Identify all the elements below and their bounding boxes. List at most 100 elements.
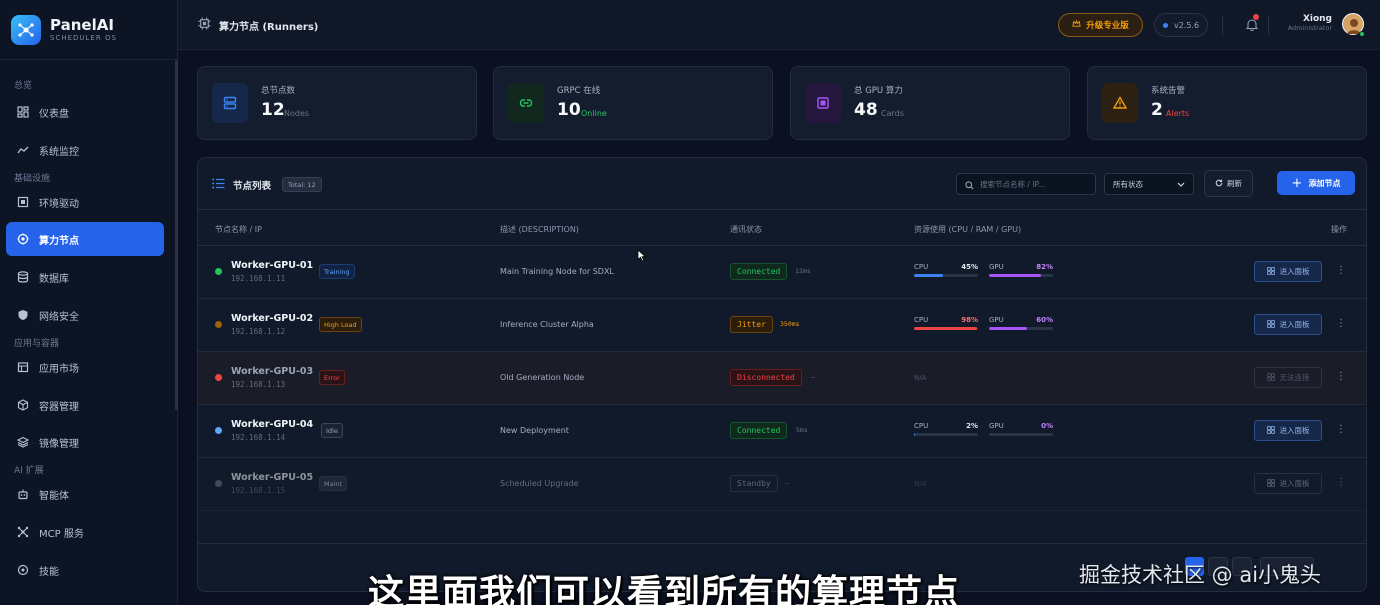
more-options-icon[interactable]: ⋮ bbox=[1336, 477, 1346, 488]
cpu-usage: CPU 98% bbox=[914, 316, 978, 330]
sidebar-item-label: 数据库 bbox=[39, 273, 69, 285]
sidebar-item-dashboard[interactable]: 仪表盘 bbox=[6, 95, 164, 129]
enter-panel-button[interactable]: 进入面板 bbox=[1254, 261, 1322, 282]
comm-status: Connected bbox=[730, 263, 788, 280]
notifications-button[interactable] bbox=[1245, 14, 1259, 35]
node-name: Worker-GPU-01 bbox=[231, 260, 314, 271]
node-description: Inference Cluster Alpha bbox=[500, 320, 594, 329]
chip-icon bbox=[16, 195, 30, 209]
comm-status: Disconnected bbox=[730, 369, 802, 386]
brand-name: PanelAI bbox=[50, 16, 114, 34]
table-row[interactable]: Worker-GPU-02 192.168.1.12 High Load Inf… bbox=[198, 299, 1366, 352]
sidebar-item-mcp-service[interactable]: MCP 服务 bbox=[6, 515, 164, 549]
sidebar-item-agent[interactable]: 智能体 bbox=[6, 477, 164, 511]
upgrade-button[interactable]: 升级专业版 bbox=[1058, 13, 1143, 37]
latency: 5ms bbox=[796, 426, 808, 434]
mouse-cursor-icon bbox=[637, 247, 647, 266]
enter-panel-label: 进入面板 bbox=[1279, 426, 1310, 435]
online-status-dot bbox=[1359, 31, 1365, 37]
sidebar-item-label: 网络安全 bbox=[39, 311, 79, 323]
sidebar-item-image-mgmt[interactable]: 镜像管理 bbox=[6, 425, 164, 459]
chevron-down-icon bbox=[1177, 180, 1185, 189]
crown-icon bbox=[1072, 19, 1081, 31]
cpu-label: CPU bbox=[914, 422, 929, 430]
box-icon bbox=[16, 398, 30, 412]
sidebar-item-skills[interactable]: 技能 bbox=[6, 553, 164, 587]
sidebar-item-label: 算力节点 bbox=[39, 235, 79, 247]
more-options-icon[interactable]: ⋮ bbox=[1336, 424, 1346, 435]
brand[interactable]: PanelAI SCHEDULER OS bbox=[0, 0, 177, 60]
status-filter-select[interactable]: 所有状态 bbox=[1104, 173, 1194, 195]
brand-subtitle: SCHEDULER OS bbox=[50, 34, 117, 42]
refresh-label: 刷新 bbox=[1227, 179, 1242, 188]
sidebar-item-app-store[interactable]: 应用市场 bbox=[6, 350, 164, 384]
sidebar-group-infrastructure: 基础设施 bbox=[14, 174, 51, 184]
stat-unit: Alerts bbox=[1166, 109, 1190, 118]
table-row[interactable]: Worker-GPU-03 192.168.1.13 Error Old Gen… bbox=[198, 352, 1366, 405]
cpu-icon bbox=[198, 17, 211, 33]
status-dot bbox=[215, 427, 222, 434]
header-divider bbox=[1222, 15, 1223, 35]
comm-status: Connected bbox=[730, 422, 788, 439]
stat-unit: Nodes bbox=[284, 109, 310, 118]
sidebar-item-system-monitor[interactable]: 系统监控 bbox=[6, 133, 164, 167]
sidebar-item-database[interactable]: 数据库 bbox=[6, 260, 164, 294]
gpu-label: GPU bbox=[989, 422, 1004, 430]
list-icon bbox=[212, 178, 225, 192]
table-row[interactable]: Worker-GPU-05 192.168.1.15 Maint Schedul… bbox=[198, 458, 1366, 511]
sidebar-item-compute-nodes[interactable]: 算力节点 bbox=[6, 222, 164, 256]
gpu-value: 82% bbox=[1036, 263, 1053, 271]
cpu-usage: CPU 2% bbox=[914, 422, 978, 436]
sidebar-item-container-mgmt[interactable]: 容器管理 bbox=[6, 388, 164, 422]
gpu-bar-fill bbox=[989, 274, 1042, 277]
search-input[interactable] bbox=[980, 179, 1090, 189]
more-options-icon[interactable]: ⋮ bbox=[1336, 265, 1346, 276]
gpu-label: GPU bbox=[989, 316, 1004, 324]
brand-logo-icon bbox=[11, 14, 41, 45]
more-options-icon[interactable]: ⋮ bbox=[1336, 371, 1346, 382]
enter-panel-button[interactable]: 进入面板 bbox=[1254, 420, 1322, 441]
enter-panel-button[interactable]: 进入面板 bbox=[1254, 473, 1322, 494]
enter-panel-button[interactable]: 进入面板 bbox=[1254, 314, 1322, 335]
gpu-value: 0% bbox=[1041, 422, 1053, 430]
gpu-usage: GPU 0% bbox=[989, 422, 1053, 436]
activity-icon bbox=[16, 143, 30, 157]
gpu-bar bbox=[989, 433, 1053, 436]
user-info[interactable]: Xiong Administrator bbox=[1278, 14, 1332, 32]
dashboard-icon bbox=[1266, 478, 1275, 489]
node-tag: Maint bbox=[319, 476, 348, 491]
app-root: PanelAI SCHEDULER OS 总览 仪表盘 系统监控 基础设施 环境… bbox=[0, 0, 1380, 605]
stat-value: 12 bbox=[261, 100, 285, 120]
sidebar-item-env-driver[interactable]: 环境驱动 bbox=[6, 185, 164, 219]
gpu-bar bbox=[989, 274, 1053, 277]
status-dot bbox=[215, 374, 222, 381]
add-node-button[interactable]: + 添加节点 bbox=[1277, 171, 1355, 195]
more-options-icon[interactable]: ⋮ bbox=[1336, 318, 1346, 329]
total-count-badge: Total: 12 bbox=[282, 177, 322, 192]
column-header-name: 节点名称 / IP bbox=[215, 225, 262, 234]
latency: 350ms bbox=[780, 320, 800, 328]
sidebar-item-label: 仪表盘 bbox=[39, 108, 69, 120]
cpu-icon bbox=[16, 232, 30, 246]
cpu-bar bbox=[914, 274, 978, 277]
sidebar-group-ai: AI 扩展 bbox=[14, 466, 44, 476]
cannot-connect-button[interactable]: 无法连接 bbox=[1254, 367, 1322, 388]
node-name: Worker-GPU-02 bbox=[231, 313, 314, 324]
gpu-bar-fill bbox=[989, 327, 1028, 330]
table-row[interactable]: Worker-GPU-04 192.168.1.14 Idle New Depl… bbox=[198, 405, 1366, 458]
sidebar-scrollbar[interactable] bbox=[175, 60, 178, 410]
cpu-value: 98% bbox=[961, 316, 978, 324]
stat-label: 总 GPU 算力 bbox=[854, 86, 903, 96]
sidebar-item-label: 容器管理 bbox=[39, 401, 79, 413]
sidebar-item-label: 智能体 bbox=[39, 490, 69, 502]
cpu-bar-fill bbox=[914, 433, 916, 436]
sidebar-item-label: 环境驱动 bbox=[39, 198, 79, 210]
node-search[interactable] bbox=[956, 173, 1096, 195]
network-icon bbox=[16, 525, 30, 539]
enter-panel-label: 进入面板 bbox=[1279, 267, 1310, 276]
sidebar-item-network-security[interactable]: 网络安全 bbox=[6, 298, 164, 332]
node-list-header: 节点列表 Total: 12 所有状态 刷新 + 添加节点 bbox=[198, 158, 1366, 210]
version-dot bbox=[1162, 22, 1168, 28]
table-row[interactable]: Worker-GPU-01 192.168.1.11 Training Main… bbox=[198, 246, 1366, 299]
refresh-button[interactable]: 刷新 bbox=[1204, 170, 1253, 197]
